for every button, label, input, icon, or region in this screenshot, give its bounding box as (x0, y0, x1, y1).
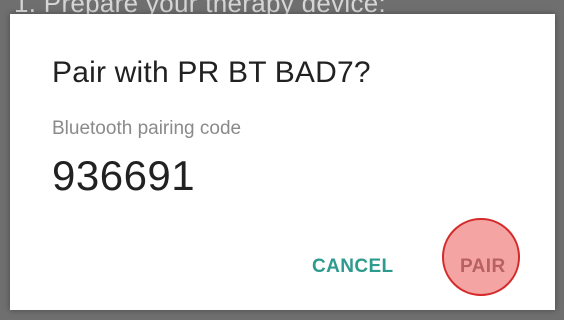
cancel-button[interactable]: CANCEL (312, 256, 394, 278)
pair-button[interactable]: PAIR (460, 256, 506, 278)
pairing-code-value: 936691 (52, 152, 196, 199)
pairing-dialog: Pair with PR BT BAD7? Bluetooth pairing … (10, 14, 555, 310)
pairing-code-label: Bluetooth pairing code (52, 118, 242, 139)
dialog-title: Pair with PR BT BAD7? (52, 56, 371, 89)
